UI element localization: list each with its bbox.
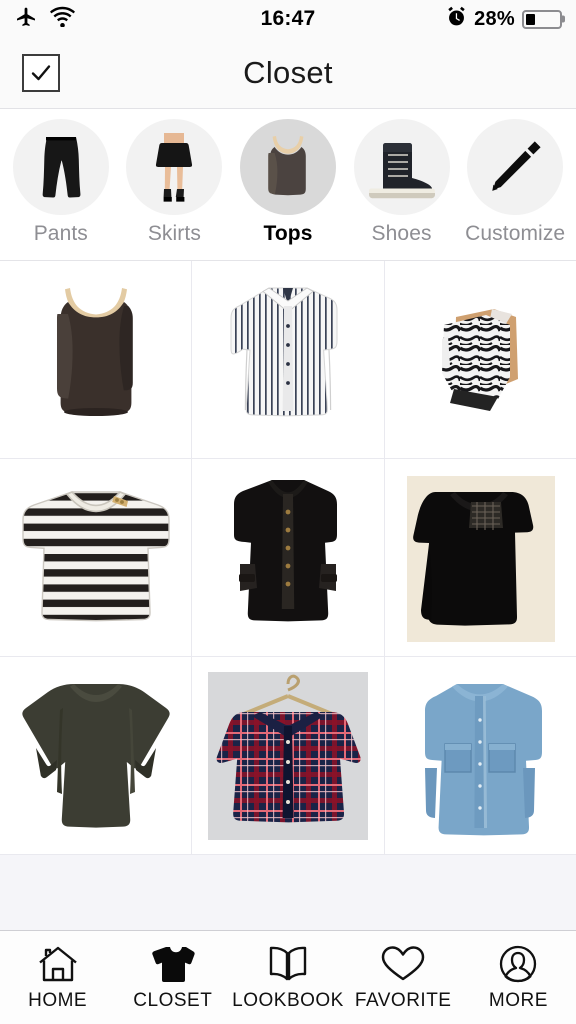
category-label-tops: Tops: [263, 222, 313, 245]
garment-image: [425, 684, 543, 836]
garment-image: [21, 684, 170, 828]
tab-label-home: HOME: [28, 990, 88, 1011]
garment-image: [21, 490, 170, 621]
garment-image: [230, 286, 338, 416]
battery-icon: [522, 9, 562, 29]
pencil-icon: [467, 119, 564, 215]
tab-label-lookbook: LOOKBOOK: [232, 990, 344, 1011]
closet-item-black-button-blouse[interactable]: [192, 459, 384, 656]
category-item-tops[interactable]: Tops: [231, 119, 345, 246]
navigation-bar: Closet: [0, 38, 576, 109]
closet-item-black-lace-sleeveless[interactable]: [384, 459, 576, 656]
sneaker-thumbnail: [353, 119, 450, 215]
garment-image: [208, 671, 369, 840]
closet-item-olive-longsleeve-top[interactable]: [0, 657, 192, 854]
category-item-customize[interactable]: Customize: [458, 119, 572, 246]
closet-item-striped-crop-tee[interactable]: [0, 459, 192, 656]
category-item-skirts[interactable]: Skirts: [118, 119, 232, 246]
category-item-shoes[interactable]: Shoes: [345, 119, 459, 246]
status-bar: 16:47 28%: [0, 0, 576, 38]
category-label-pants: Pants: [33, 222, 88, 245]
category-strip: Pants Skirts Tops Shoes Customize: [0, 109, 576, 261]
closet-item-plaid-flannel-shirt[interactable]: [192, 657, 384, 854]
bottom-tab-bar: HOME CLOSET LOOKBOOK FAVORITE MORE: [0, 930, 576, 1024]
page-title: Closet: [243, 55, 333, 90]
select-checkbox-button[interactable]: [22, 54, 60, 92]
closet-items-panel: [0, 261, 576, 930]
garment-image: [442, 308, 519, 411]
battery-fill: [526, 13, 535, 25]
alarm-clock-icon: [446, 6, 467, 32]
book-icon: [265, 943, 311, 985]
closet-item-zebra-print-top[interactable]: [384, 261, 576, 458]
tank-top-thumbnail: [239, 119, 336, 215]
tab-more[interactable]: MORE: [461, 931, 576, 1024]
pants-thumbnail: [12, 119, 109, 215]
category-item-pants[interactable]: Pants: [4, 119, 118, 246]
home-icon: [37, 943, 79, 985]
tab-favorite[interactable]: FAVORITE: [346, 931, 461, 1024]
category-label-shoes: Shoes: [371, 222, 432, 245]
tab-label-favorite: FAVORITE: [354, 990, 452, 1011]
tab-label-closet: CLOSET: [133, 990, 213, 1011]
checkbox-icon[interactable]: [22, 54, 60, 92]
tab-closet[interactable]: CLOSET: [115, 931, 230, 1024]
closet-item-denim-chambray-shirt[interactable]: [384, 657, 576, 854]
closet-item-striped-white-shirt[interactable]: [192, 261, 384, 458]
garment-image: [233, 479, 337, 621]
category-label-skirts: Skirts: [147, 222, 201, 245]
garment-image: [406, 476, 555, 642]
app-screen: 16:47 28% Closet Pants Skirts Tops Shoes…: [0, 0, 576, 1024]
tshirt-icon: [151, 943, 195, 985]
category-label-customize: Customize: [465, 222, 566, 245]
garment-image: [56, 287, 133, 416]
person-icon: [497, 943, 539, 985]
battery-percent-label: 28%: [474, 7, 515, 30]
heart-icon: [380, 943, 426, 985]
closet-item-grid: [0, 261, 576, 855]
tab-lookbook[interactable]: LOOKBOOK: [230, 931, 345, 1024]
closet-item-brown-tank-top[interactable]: [0, 261, 192, 458]
tab-label-more: MORE: [488, 990, 548, 1011]
status-bar-right: 28%: [446, 6, 562, 32]
skirt-thumbnail: [126, 119, 223, 215]
tab-home[interactable]: HOME: [0, 931, 115, 1024]
